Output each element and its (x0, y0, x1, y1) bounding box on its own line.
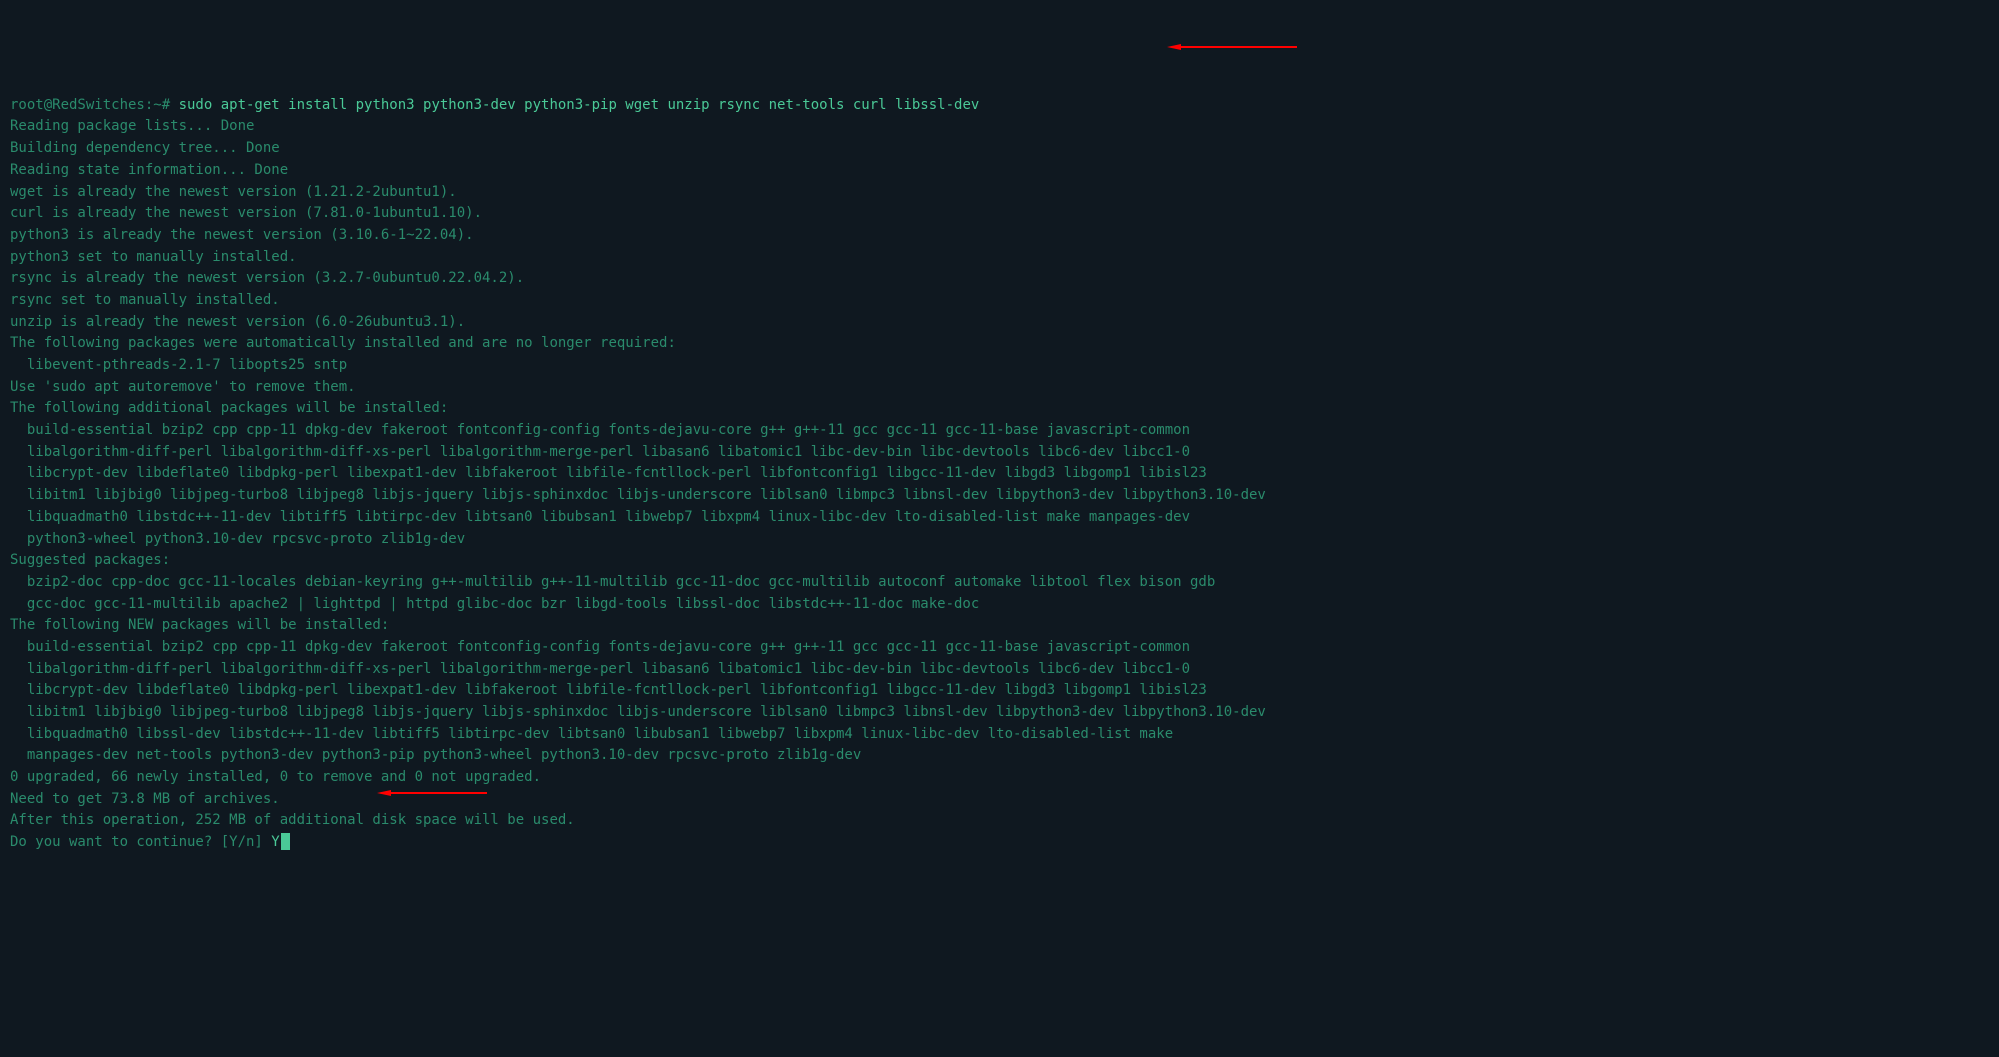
output-line: build-essential bzip2 cpp cpp-11 dpkg-de… (10, 639, 1190, 655)
output-line: Building dependency tree... Done (10, 140, 280, 156)
output-line: rsync is already the newest version (3.2… (10, 270, 524, 286)
output-line: curl is already the newest version (7.81… (10, 205, 482, 221)
output-line: libitm1 libjbig0 libjpeg-turbo8 libjpeg8… (10, 704, 1266, 720)
output-line: rsync set to manually installed. (10, 292, 280, 308)
output-line: Reading state information... Done (10, 162, 288, 178)
output-line: build-essential bzip2 cpp cpp-11 dpkg-de… (10, 422, 1190, 438)
annotation-arrow-icon (1150, 14, 1280, 20)
output-line: The following additional packages will b… (10, 400, 448, 416)
output-line: libquadmath0 libstdc++-11-dev libtiff5 l… (10, 509, 1190, 525)
terminal-output[interactable]: root@RedSwitches:~# sudo apt-get install… (10, 95, 1989, 854)
user-input[interactable]: Y (271, 834, 279, 850)
output-line: Reading package lists... Done (10, 118, 254, 134)
output-line: unzip is already the newest version (6.0… (10, 314, 465, 330)
output-line: gcc-doc gcc-11-multilib apache2 | lightt… (10, 596, 979, 612)
output-line: Need to get 73.8 MB of archives. (10, 791, 280, 807)
output-line: The following NEW packages will be insta… (10, 617, 389, 633)
output-line: python3 is already the newest version (3… (10, 227, 474, 243)
output-line: python3 set to manually installed. (10, 249, 297, 265)
output-line: Suggested packages: (10, 552, 170, 568)
continue-prompt: Do you want to continue? [Y/n] (10, 834, 271, 850)
output-line: libcrypt-dev libdeflate0 libdpkg-perl li… (10, 465, 1207, 481)
cursor (281, 833, 290, 850)
annotation-arrow-icon (360, 760, 470, 766)
output-line: libalgorithm-diff-perl libalgorithm-diff… (10, 444, 1190, 460)
output-line: libitm1 libjbig0 libjpeg-turbo8 libjpeg8… (10, 487, 1266, 503)
output-line: libcrypt-dev libdeflate0 libdpkg-perl li… (10, 682, 1207, 698)
output-line: libevent-pthreads-2.1-7 libopts25 sntp (10, 357, 347, 373)
output-line: wget is already the newest version (1.21… (10, 184, 457, 200)
output-line: libalgorithm-diff-perl libalgorithm-diff… (10, 661, 1190, 677)
output-line: Use 'sudo apt autoremove' to remove them… (10, 379, 356, 395)
output-line: bzip2-doc cpp-doc gcc-11-locales debian-… (10, 574, 1215, 590)
output-line: libquadmath0 libssl-dev libstdc++-11-dev… (10, 726, 1173, 742)
output-line: python3-wheel python3.10-dev rpcsvc-prot… (10, 531, 465, 547)
prompt-user-host: root@RedSwitches:~# (10, 97, 179, 113)
output-line: After this operation, 252 MB of addition… (10, 812, 575, 828)
output-line: The following packages were automaticall… (10, 335, 676, 351)
prompt-command: sudo apt-get install python3 python3-dev… (179, 97, 980, 113)
